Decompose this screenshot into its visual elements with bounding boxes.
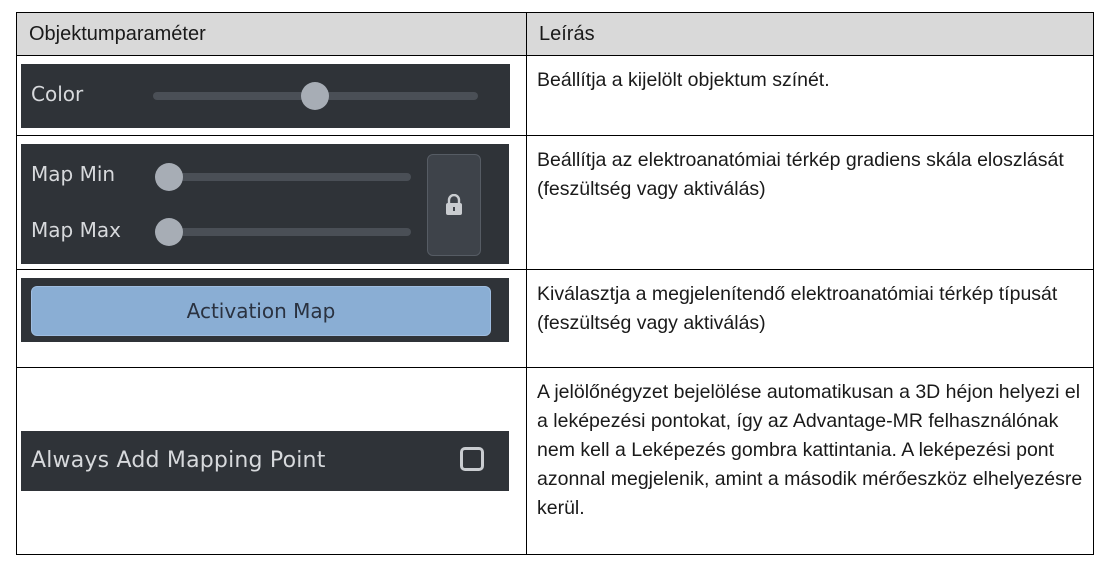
parameter-cell: Always Add Mapping Point [16,367,527,555]
map-max-slider-knob[interactable] [155,218,183,246]
description-cell: Beállítja a kijelölt objektum színét. [526,55,1094,136]
table-row: Activation Map Kiválasztja a megjeleníte… [16,269,1094,368]
map-min-slider-track[interactable] [155,173,411,181]
column-header-description: Leírás [526,12,1094,56]
table-header-row: Objektumparaméter Leírás [16,12,1094,56]
color-label: Color [31,82,84,106]
table-row: Map Min Map Max Beállítja az elektroanat… [16,135,1094,270]
column-header-parameter: Objektumparaméter [16,12,527,56]
map-min-slider-knob[interactable] [155,163,183,191]
table-row: Always Add Mapping Point A jelölőnégyzet… [16,367,1094,555]
description-cell: Kiválasztja a megjelenítendő elektroanat… [526,269,1094,368]
activation-map-button[interactable]: Activation Map [31,286,491,336]
activation-map-panel: Activation Map [21,278,509,342]
parameter-cell: Activation Map [16,269,527,368]
always-add-mapping-point-checkbox[interactable] [460,447,484,471]
map-range-panel: Map Min Map Max [21,144,509,264]
description-cell: Beállítja az elektroanatómiai térkép gra… [526,135,1094,270]
lock-icon [446,194,462,215]
always-add-mapping-point-label: Always Add Mapping Point [31,448,326,473]
map-max-label: Map Max [31,218,121,242]
table-row: Color Beállítja a kijelölt objektum szín… [16,55,1094,136]
always-add-mapping-point-panel: Always Add Mapping Point [21,431,509,491]
parameter-cell: Map Min Map Max [16,135,527,270]
description-cell: A jelölőnégyzet bejelölése automatikusan… [526,367,1094,555]
parameter-cell: Color [16,55,527,136]
lock-button[interactable] [427,154,481,256]
color-slider-panel: Color [21,64,510,128]
color-slider-knob[interactable] [301,82,329,110]
map-min-label: Map Min [31,162,116,186]
map-max-slider-track[interactable] [155,228,411,236]
parameter-table: Objektumparaméter Leírás Color Beállítja… [16,12,1094,555]
